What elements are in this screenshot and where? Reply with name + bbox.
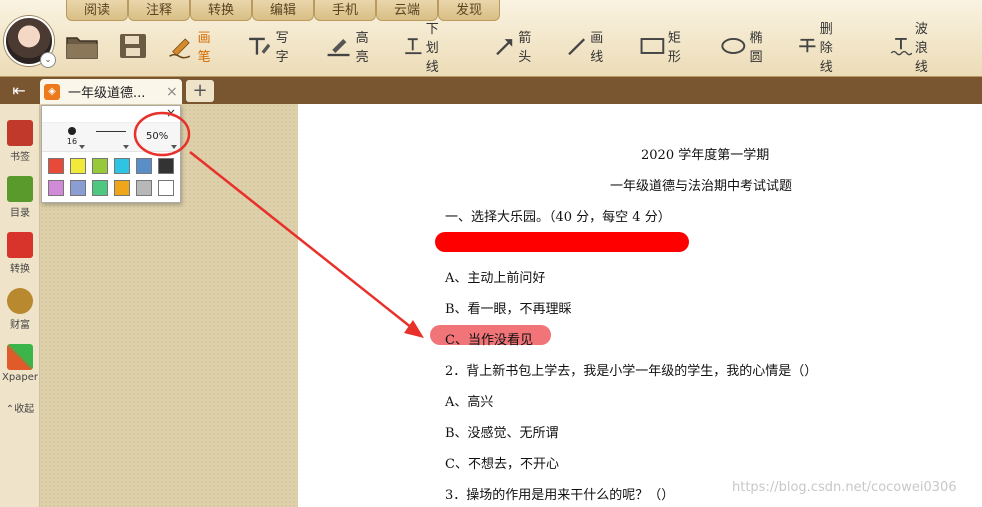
user-avatar[interactable]: ⌄ [4,16,56,68]
add-tab-button[interactable]: + [186,80,214,102]
close-popup-icon[interactable]: × [166,106,176,120]
color-swatch[interactable] [70,158,86,174]
wavy-line-icon [890,37,912,56]
opacity-dropdown-icon[interactable] [171,145,177,149]
color-swatch[interactable] [114,180,130,196]
ellipse-icon [721,37,746,55]
color-swatch[interactable] [136,180,152,196]
save-button[interactable] [118,28,148,64]
color-swatch[interactable] [114,158,130,174]
highlight-icon [327,38,350,57]
ellipse-tool[interactable]: 椭圆 [720,28,770,65]
arrow-tool[interactable]: 箭头 [494,28,538,65]
line-tool[interactable]: 画线 [566,28,610,65]
doc-option-a: A、主动上前问好 [445,271,546,286]
open-folder-button[interactable] [65,28,99,64]
color-palette [48,158,174,196]
doc-option-c: C、当作没看见 [445,333,533,348]
underline-tool[interactable]: 下划线 [404,22,450,75]
back-arrow-icon[interactable]: ⇤ [6,81,32,101]
size-dropdown-icon[interactable] [79,145,85,149]
tab-annotate[interactable]: 注释 [128,0,190,21]
pen-size-dot-icon [68,127,76,135]
pen-icon [169,38,191,59]
sidebar-item-xpaper[interactable]: Xpaper [0,344,40,383]
pen-tool[interactable]: 画笔 [168,28,218,65]
close-tab-icon[interactable]: × [166,84,178,100]
doc-question-3: 3．操场的作用是用来干什么的呢？（） [445,488,675,503]
color-swatch[interactable] [158,180,174,196]
underline-icon [405,38,422,55]
watermark-text: https://blog.csdn.net/cocowei0306 [732,480,957,495]
doc-semester: 2020 学年度第一学期 [641,148,770,163]
sidebar-collapse-button[interactable]: ⌃收起 [0,400,40,415]
sidebar-item-bookmarks[interactable]: 书签 [0,120,40,163]
tab-edit[interactable]: 编辑 [252,0,314,21]
top-toolbar: ⌄ 阅读 注释 转换 编辑 手机 云端 发现 画笔 写字 高亮 下划线 箭头 画… [0,0,982,77]
line-style-select[interactable] [96,131,126,132]
doc-q2-option-a: A、高兴 [445,395,494,410]
left-sidebar: 书签 目录 转换 财富 Xpaper ⌃收起 [0,104,40,507]
xpaper-icon [7,344,33,370]
chevron-down-icon[interactable]: ⌄ [40,52,56,68]
color-swatch[interactable] [158,158,174,174]
tab-convert[interactable]: 转换 [190,0,252,21]
document-tab[interactable]: ◈ 一年级道德... × [40,79,182,104]
tab-mobile[interactable]: 手机 [314,0,376,21]
bookmark-icon [7,120,33,146]
pen-options-bar: 16 50% [42,122,180,152]
sidebar-item-wealth[interactable]: 财富 [0,288,40,331]
sidebar-item-convert[interactable]: 转换 [0,232,40,275]
color-swatch[interactable] [48,158,64,174]
doc-title: 一年级道德与法治期中考试试题 [610,179,793,194]
save-icon [120,34,146,58]
document-tab-title: 一年级道德... [68,86,146,101]
folder-icon [66,37,98,59]
pdf-file-icon: ◈ [44,83,60,100]
tab-read[interactable]: 阅读 [66,0,128,21]
arrow-icon [496,39,513,56]
rectangle-icon [640,38,665,54]
document-page [298,104,982,507]
doc-q2-option-b: B、没感觉、无所谓 [445,426,559,441]
text-icon [249,37,271,55]
highlight-tool[interactable]: 高亮 [326,28,376,65]
doc-option-b: B、看一眼，不再理睬 [445,302,572,317]
doc-section-heading: 一、选择大乐园。（40 分，每空 4 分） [445,210,671,225]
document-tab-bar: ⇤ ◈ 一年级道德... × + [0,77,982,104]
doc-question-2: 2．背上新书包上学去，我是小学一年级的学生，我的心情是（） [445,364,818,379]
pen-size-select[interactable]: 16 [58,127,86,146]
sidebar-item-toc[interactable]: 目录 [0,176,40,219]
pen-settings-popup: × 16 50% [41,105,181,203]
opacity-select[interactable]: 50% [146,131,168,142]
wavy-line-tool[interactable]: 波浪线 [890,22,940,75]
color-swatch[interactable] [92,158,108,174]
line-icon [568,38,586,56]
doc-q2-option-c: C、不想去，不开心 [445,457,559,472]
convert-icon [7,232,33,258]
strikethrough-icon [799,38,816,53]
red-redaction-mark [435,232,689,252]
toc-icon [7,176,33,202]
color-swatch[interactable] [70,180,86,196]
color-swatch[interactable] [48,180,64,196]
line-style-dropdown-icon[interactable] [123,145,129,149]
strikethrough-tool[interactable]: 删除线 [798,22,844,75]
rectangle-tool[interactable]: 矩形 [640,28,688,65]
text-tool[interactable]: 写字 [246,28,296,65]
color-swatch[interactable] [92,180,108,196]
chevron-up-icon: ⌃ [5,404,15,415]
wealth-icon [7,288,33,314]
color-swatch[interactable] [136,158,152,174]
